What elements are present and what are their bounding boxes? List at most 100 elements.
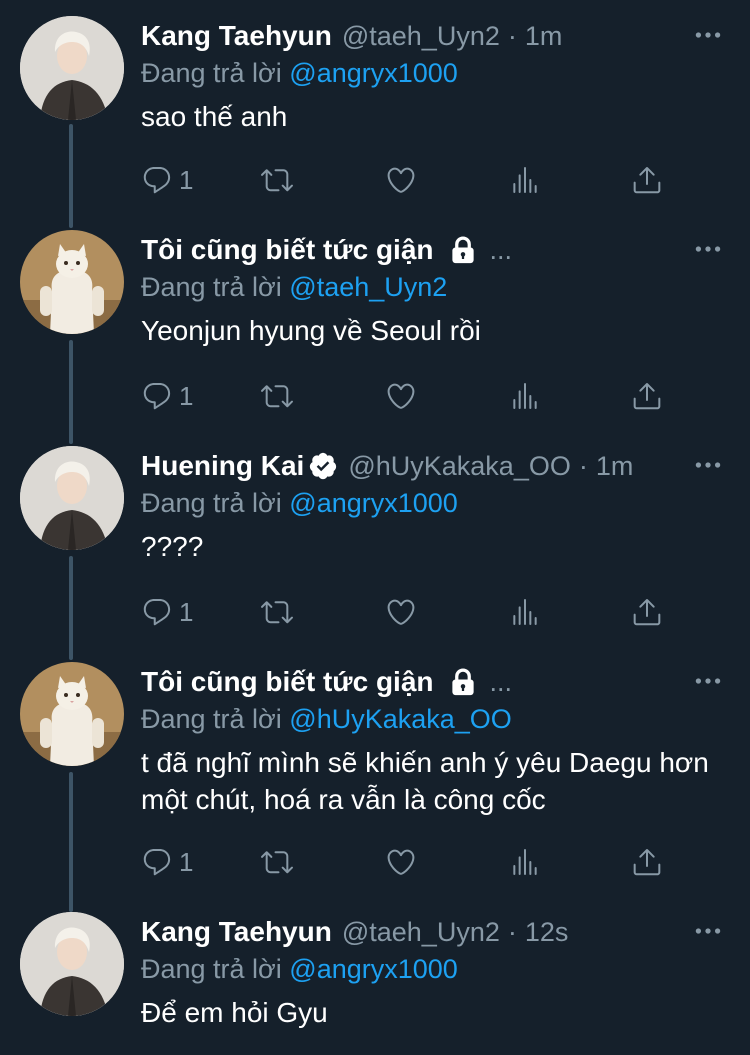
- person-photo-icon: [20, 446, 124, 550]
- tweet-actions: 1: [141, 592, 731, 632]
- user-handle[interactable]: @taeh_Uyn2: [342, 21, 500, 52]
- more-icon[interactable]: [688, 234, 728, 264]
- tweet-header: Huening Kai @hUyKakaka_OO · 1m: [141, 446, 680, 486]
- display-name[interactable]: Kang Taehyun: [141, 916, 332, 948]
- tweet-text: Để em hỏi Gyu: [141, 997, 328, 1028]
- tweet[interactable]: Tôi cũng biết tức giận ... Đang trả lời …: [0, 230, 750, 430]
- like-button[interactable]: [385, 160, 417, 200]
- retweet-icon: [261, 164, 293, 196]
- timestamp[interactable]: 1m: [596, 451, 634, 482]
- reply-button[interactable]: 1: [141, 842, 193, 882]
- retweet-button[interactable]: [261, 376, 293, 416]
- tweet-header: Tôi cũng biết tức giận ...: [141, 662, 680, 702]
- tweet-text: t đã nghĩ mình sẽ khiến anh ý yêu Daegu …: [141, 747, 709, 815]
- reply-icon: [141, 846, 173, 878]
- mention-link[interactable]: @angryx1000: [289, 954, 458, 984]
- share-icon: [631, 164, 663, 196]
- share-icon: [631, 846, 663, 878]
- reply-button[interactable]: 1: [141, 376, 193, 416]
- lock-icon: [448, 667, 478, 697]
- tweet-header: Tôi cũng biết tức giận ...: [141, 230, 680, 270]
- separator: ·: [578, 450, 588, 481]
- display-name[interactable]: Tôi cũng biết tức giận: [141, 234, 434, 266]
- reply-icon: [141, 596, 173, 628]
- reply-count: 1: [179, 846, 194, 877]
- user-handle[interactable]: @taeh_Uyn2: [342, 917, 500, 948]
- mention-link[interactable]: @taeh_Uyn2: [289, 272, 447, 302]
- analytics-button[interactable]: [509, 842, 541, 882]
- retweet-icon: [261, 380, 293, 412]
- tweet-actions: 1: [141, 160, 731, 200]
- like-icon: [385, 596, 417, 628]
- share-button[interactable]: [631, 592, 663, 632]
- replying-prefix: Đang trả lời: [141, 488, 282, 518]
- mention-link[interactable]: @angryx1000: [289, 58, 458, 88]
- tweet-header: Kang Taehyun @taeh_Uyn2 · 1m: [141, 16, 680, 56]
- more-icon[interactable]: [688, 450, 728, 480]
- user-handle[interactable]: @hUyKakaka_OO: [348, 451, 571, 482]
- tweet-text: Yeonjun hyung về Seoul rồi: [141, 315, 481, 346]
- replying-to: Đang trả lời @hUyKakaka_OO: [141, 704, 512, 735]
- share-icon: [631, 596, 663, 628]
- avatar[interactable]: [20, 912, 124, 1016]
- replying-to: Đang trả lời @angryx1000: [141, 954, 458, 985]
- reply-count: 1: [179, 380, 194, 411]
- reply-count: 1: [179, 164, 194, 195]
- tweet-header: Kang Taehyun @taeh_Uyn2 · 12s: [141, 912, 680, 952]
- more-icon[interactable]: [688, 20, 728, 50]
- avatar[interactable]: [20, 230, 124, 334]
- display-name[interactable]: Tôi cũng biết tức giận: [141, 666, 434, 698]
- tweet[interactable]: Tôi cũng biết tức giận ... Đang trả lời …: [0, 662, 750, 898]
- mention-link[interactable]: @hUyKakaka_OO: [289, 704, 512, 734]
- name-ellipsis: ...: [489, 234, 513, 265]
- like-button[interactable]: [385, 592, 417, 632]
- more-icon[interactable]: [688, 916, 728, 946]
- more-icon[interactable]: [688, 666, 728, 696]
- analytics-icon: [509, 380, 541, 412]
- share-icon: [631, 380, 663, 412]
- reply-button[interactable]: 1: [141, 592, 193, 632]
- retweet-button[interactable]: [261, 842, 293, 882]
- separator: ·: [507, 20, 517, 51]
- analytics-button[interactable]: [509, 376, 541, 416]
- tweet[interactable]: Kang Taehyun @taeh_Uyn2 · 1m Đang trả lờ…: [0, 16, 750, 216]
- reply-icon: [141, 164, 173, 196]
- analytics-icon: [509, 164, 541, 196]
- replying-prefix: Đang trả lời: [141, 272, 282, 302]
- lock-icon: [448, 235, 478, 265]
- timestamp[interactable]: 1m: [525, 21, 563, 52]
- analytics-button[interactable]: [509, 160, 541, 200]
- tweet-actions: 1: [141, 376, 731, 416]
- tweet[interactable]: Huening Kai @hUyKakaka_OO · 1m Đang trả …: [0, 446, 750, 646]
- reply-button[interactable]: 1: [141, 160, 193, 200]
- person-photo-icon: [20, 912, 124, 1016]
- separator: ·: [507, 916, 517, 947]
- share-button[interactable]: [631, 160, 663, 200]
- avatar[interactable]: [20, 446, 124, 550]
- reply-icon: [141, 380, 173, 412]
- retweet-button[interactable]: [261, 160, 293, 200]
- person-photo-icon: [20, 16, 124, 120]
- tweet-text: sao thế anh: [141, 101, 288, 132]
- like-button[interactable]: [385, 376, 417, 416]
- avatar[interactable]: [20, 16, 124, 120]
- like-icon: [385, 164, 417, 196]
- tweet-actions: 1: [141, 842, 731, 882]
- analytics-icon: [509, 846, 541, 878]
- mention-link[interactable]: @angryx1000: [289, 488, 458, 518]
- tweet[interactable]: Kang Taehyun @taeh_Uyn2 · 12s Đang trả l…: [0, 912, 750, 1055]
- display-name[interactable]: Huening Kai: [141, 450, 304, 482]
- replying-to: Đang trả lời @angryx1000: [141, 58, 458, 89]
- analytics-button[interactable]: [509, 592, 541, 632]
- share-button[interactable]: [631, 376, 663, 416]
- like-button[interactable]: [385, 842, 417, 882]
- timestamp[interactable]: 12s: [525, 917, 569, 948]
- display-name[interactable]: Kang Taehyun: [141, 20, 332, 52]
- replying-prefix: Đang trả lời: [141, 704, 282, 734]
- share-button[interactable]: [631, 842, 663, 882]
- retweet-icon: [261, 846, 293, 878]
- avatar[interactable]: [20, 662, 124, 766]
- retweet-button[interactable]: [261, 592, 293, 632]
- cat-photo-icon: [20, 230, 124, 334]
- retweet-icon: [261, 596, 293, 628]
